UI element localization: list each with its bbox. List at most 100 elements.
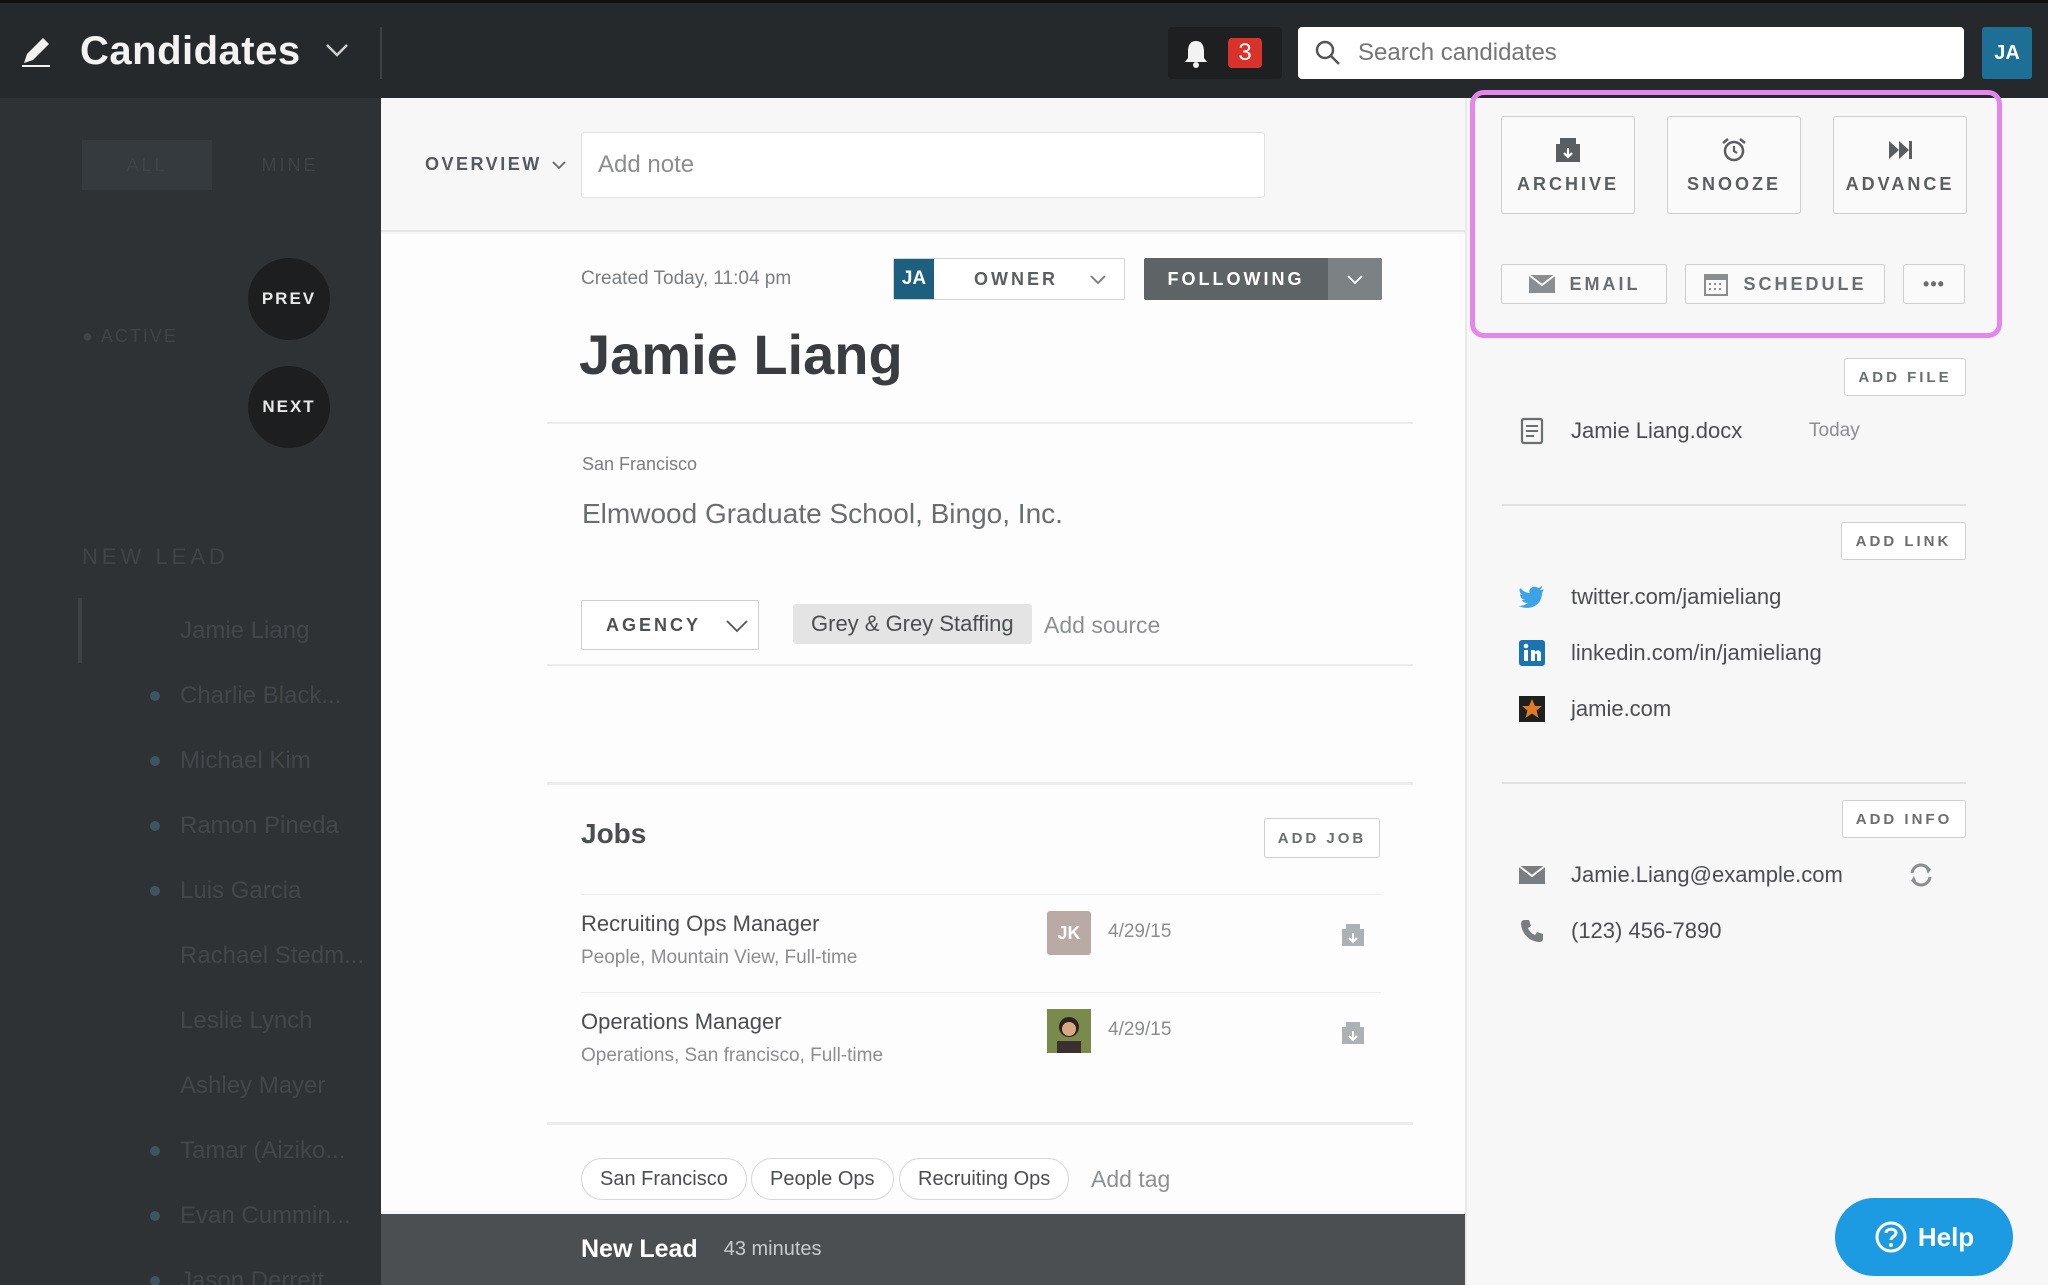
search-box[interactable] xyxy=(1298,27,1964,79)
next-button[interactable]: NEXT xyxy=(248,366,330,448)
list-item[interactable]: Evan Cummin... xyxy=(0,1183,381,1248)
question-icon xyxy=(1875,1221,1907,1253)
status-dot xyxy=(150,820,160,831)
list-item[interactable]: Michael Kim xyxy=(0,728,381,793)
tab-mine[interactable]: MINE xyxy=(230,140,350,190)
candidate-name: Charlie Black... xyxy=(180,681,342,709)
chevron-down-icon xyxy=(1347,275,1363,285)
table-row[interactable]: Operations Manager Operations, San franc… xyxy=(581,992,1381,1090)
stage-duration: 43 minutes xyxy=(723,1238,822,1260)
owner-dropdown[interactable]: JA OWNER xyxy=(893,258,1125,300)
phone-icon xyxy=(1517,916,1547,946)
list-item[interactable]: Ramon Pineda xyxy=(0,793,381,858)
candidate-name: Leslie Lynch xyxy=(180,1006,313,1034)
status-dot xyxy=(150,885,160,896)
list-item[interactable]: Charlie Black... xyxy=(0,663,381,728)
link-row[interactable]: jamie.com xyxy=(1517,694,1671,724)
candidate-name: Michael Kim xyxy=(180,746,311,774)
add-job-button[interactable]: ADD JOB xyxy=(1264,818,1380,858)
following-menu[interactable] xyxy=(1328,258,1382,300)
envelope-icon xyxy=(1527,274,1556,293)
twitter-icon xyxy=(1517,582,1547,612)
job-title[interactable]: Operations Manager xyxy=(581,1009,782,1035)
chevron-down-icon xyxy=(726,620,748,633)
list-item[interactable]: Jamie Liang xyxy=(0,598,381,663)
link-row[interactable]: linkedin.com/in/jamieliang xyxy=(1517,638,1822,668)
divider xyxy=(547,782,1413,785)
table-row[interactable]: Recruiting Ops Manager People, Mountain … xyxy=(581,894,1381,992)
source-type-dropdown[interactable]: AGENCY xyxy=(581,600,759,650)
overview-dropdown[interactable]: OVERVIEW xyxy=(425,154,568,175)
chevron-down-icon[interactable] xyxy=(322,35,352,65)
archive-button[interactable]: ARCHIVE xyxy=(1501,116,1635,214)
list-item[interactable]: Leslie Lynch xyxy=(0,988,381,1053)
prev-button[interactable]: PREV xyxy=(248,258,330,340)
tag[interactable]: Recruiting Ops xyxy=(899,1158,1070,1200)
envelope-icon xyxy=(1517,860,1547,890)
advance-button[interactable]: ADVANCE xyxy=(1833,116,1967,214)
tag[interactable]: San Francisco xyxy=(581,1158,747,1200)
tab-all[interactable]: ALL xyxy=(82,140,212,190)
overview-label: OVERVIEW xyxy=(425,154,542,174)
list-item[interactable]: Tamar (Aiziko... xyxy=(0,1118,381,1183)
file-row[interactable]: Jamie Liang.docx Today xyxy=(1517,416,1860,446)
archive-icon[interactable] xyxy=(1339,921,1367,949)
list-item[interactable]: Ashley Mayer xyxy=(0,1053,381,1118)
status-dot xyxy=(150,690,160,701)
fast-forward-icon xyxy=(1889,140,1912,159)
add-tag-input[interactable]: Add tag xyxy=(1091,1166,1170,1193)
user-icon: ● xyxy=(82,326,95,346)
star-icon xyxy=(1517,694,1547,724)
help-button[interactable]: Help xyxy=(1835,1198,2013,1276)
archive-icon[interactable] xyxy=(1339,1019,1367,1047)
list-item[interactable]: Rachael Stedm... xyxy=(0,923,381,988)
user-avatar[interactable]: JA xyxy=(1982,27,2032,79)
pencil-icon[interactable] xyxy=(18,33,54,69)
add-info-button[interactable]: ADD INFO xyxy=(1842,800,1966,838)
candidate-headline[interactable]: Elmwood Graduate School, Bingo, Inc. xyxy=(582,498,1063,530)
refresh-icon[interactable] xyxy=(1907,861,1935,889)
source-type-label: AGENCY xyxy=(606,614,702,635)
candidate-name: Luis Garcia xyxy=(180,876,302,904)
notifications-button[interactable]: 3 xyxy=(1168,27,1282,79)
list-item[interactable]: Jason Derrett... xyxy=(0,1248,381,1285)
calendar-icon xyxy=(1704,274,1729,296)
divider xyxy=(1502,782,1966,784)
email-button[interactable]: EMAIL xyxy=(1501,264,1667,304)
divider xyxy=(1502,504,1966,506)
status-filter[interactable]: ● ACTIVE xyxy=(82,326,178,347)
brand: Candidates xyxy=(18,23,301,79)
candidate-name: Rachael Stedm... xyxy=(180,941,365,969)
phone-number[interactable]: (123) 456-7890 xyxy=(1571,918,1721,944)
twitter-link[interactable]: twitter.com/jamieliang xyxy=(1571,584,1781,610)
advance-label: ADVANCE xyxy=(1845,173,1955,194)
status-dot xyxy=(150,1145,160,1156)
candidate-name: Jamie Liang xyxy=(180,616,310,644)
add-link-button[interactable]: ADD LINK xyxy=(1841,522,1966,560)
tag[interactable]: People Ops xyxy=(751,1158,894,1200)
stage-footer: New Lead 43 minutes xyxy=(381,1214,1465,1285)
email-row[interactable]: Jamie.Liang@example.com xyxy=(1517,860,1932,890)
divider xyxy=(547,422,1413,424)
email-address[interactable]: Jamie.Liang@example.com xyxy=(1571,862,1843,888)
phone-row[interactable]: (123) 456-7890 xyxy=(1517,916,1721,946)
following-button[interactable]: FOLLOWING xyxy=(1144,258,1382,300)
search-input[interactable] xyxy=(1358,39,1918,67)
add-source-input[interactable]: Add source xyxy=(1044,612,1160,639)
more-options-button[interactable]: ••• xyxy=(1903,264,1965,304)
snooze-button[interactable]: SNOOZE xyxy=(1667,116,1801,214)
file-name[interactable]: Jamie Liang.docx xyxy=(1571,418,1742,444)
source-tag[interactable]: Grey & Grey Staffing xyxy=(793,604,1032,644)
list-item[interactable]: Luis Garcia xyxy=(0,858,381,923)
email-label: EMAIL xyxy=(1569,273,1641,294)
add-file-button[interactable]: ADD FILE xyxy=(1844,358,1966,396)
job-title[interactable]: Recruiting Ops Manager xyxy=(581,911,819,937)
document-icon xyxy=(1517,416,1547,446)
link-row[interactable]: twitter.com/jamieliang xyxy=(1517,582,1781,612)
website-link[interactable]: jamie.com xyxy=(1571,696,1671,722)
linkedin-link[interactable]: linkedin.com/in/jamieliang xyxy=(1571,640,1822,666)
archive-icon xyxy=(1556,137,1580,162)
schedule-button[interactable]: SCHEDULE xyxy=(1685,264,1885,304)
job-date: 4/29/15 xyxy=(1108,1019,1172,1040)
add-note-input[interactable]: Add note xyxy=(581,132,1265,198)
